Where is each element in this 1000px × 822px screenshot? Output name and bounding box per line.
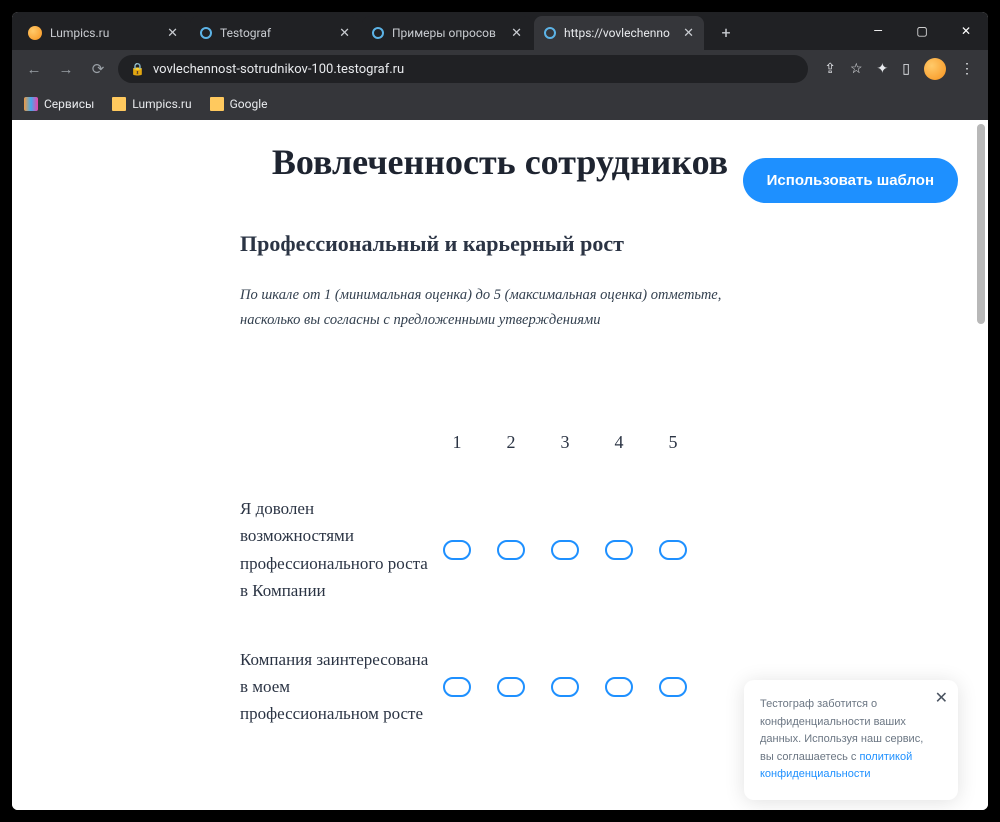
bookmarks-bar: Сервисы Lumpics.ru Google	[12, 88, 988, 120]
apps-icon	[24, 97, 38, 111]
matrix-row-label: Компания заинтересована в моем профессио…	[240, 646, 430, 728]
section-instruction: По шкале от 1 (минимальная оценка) до 5 …	[240, 283, 760, 332]
radio-option[interactable]	[443, 540, 471, 560]
use-template-button[interactable]: Использовать шаблон	[743, 158, 958, 203]
address-bar-row: ← → ⟳ 🔒 vovlechennost-sotrudnikov-100.te…	[12, 50, 988, 88]
page-viewport: Вовлеченность сотрудников Использовать ш…	[12, 120, 988, 810]
folder-icon	[210, 97, 224, 111]
star-icon[interactable]: ☆	[850, 61, 863, 77]
close-icon[interactable]: ✕	[683, 26, 694, 41]
tab-examples[interactable]: Примеры опросов ✕	[362, 16, 532, 50]
tab-lumpics[interactable]: Lumpics.ru ✕	[18, 16, 188, 50]
radio-option[interactable]	[497, 677, 525, 697]
radio-option[interactable]	[551, 677, 579, 697]
bookmark-label: Сервисы	[44, 97, 94, 111]
bookmark-google[interactable]: Google	[210, 97, 268, 111]
favicon-icon	[544, 27, 556, 39]
minimize-button[interactable]: ―	[856, 15, 900, 47]
profile-avatar[interactable]	[924, 58, 946, 80]
rating-matrix: 1 2 3 4 5 Я доволен возможностями профес…	[240, 432, 760, 727]
favicon-icon	[28, 26, 42, 40]
page-title: Вовлеченность сотрудников	[272, 140, 728, 185]
tab-label: Примеры опросов	[392, 26, 503, 40]
close-window-button[interactable]: ✕	[944, 15, 988, 47]
section-title: Профессиональный и карьерный рост	[240, 231, 760, 257]
maximize-button[interactable]: ▢	[900, 15, 944, 47]
radio-option[interactable]	[497, 540, 525, 560]
tab-label: Lumpics.ru	[50, 26, 159, 40]
close-icon[interactable]: ✕	[935, 686, 948, 712]
scale-header: 5	[646, 432, 700, 453]
bookmark-label: Google	[230, 97, 268, 111]
radio-option[interactable]	[551, 540, 579, 560]
forward-button[interactable]: →	[54, 60, 78, 78]
bookmark-lumpics[interactable]: Lumpics.ru	[112, 97, 191, 111]
tab-current[interactable]: https://vovlechenno ✕	[534, 16, 704, 50]
scale-header: 3	[538, 432, 592, 453]
scale-header: 2	[484, 432, 538, 453]
address-bar[interactable]: 🔒 vovlechennost-sotrudnikov-100.testogra…	[118, 55, 808, 83]
tab-testograf[interactable]: Testograf ✕	[190, 16, 360, 50]
tab-strip: Lumpics.ru ✕ Testograf ✕ Примеры опросов…	[12, 12, 988, 50]
lock-icon: 🔒	[130, 62, 145, 76]
back-button[interactable]: ←	[22, 60, 46, 78]
share-icon[interactable]: ⇪	[824, 61, 836, 77]
url-text: vovlechennost-sotrudnikov-100.testograf.…	[153, 62, 404, 77]
reload-button[interactable]: ⟳	[86, 60, 110, 78]
close-icon[interactable]: ✕	[167, 26, 178, 41]
folder-icon	[112, 97, 126, 111]
extensions-icon[interactable]: ✦	[877, 61, 889, 77]
favicon-icon	[372, 27, 384, 39]
matrix-row-label: Я доволен возможностями профессиональног…	[240, 495, 430, 604]
scale-header: 1	[430, 432, 484, 453]
new-tab-button[interactable]: +	[712, 18, 740, 46]
tab-label: Testograf	[220, 26, 331, 40]
close-icon[interactable]: ✕	[511, 26, 522, 41]
bookmark-services[interactable]: Сервисы	[24, 97, 94, 111]
tab-label: https://vovlechenno	[564, 26, 675, 40]
favicon-icon	[200, 27, 212, 39]
radio-option[interactable]	[659, 677, 687, 697]
close-icon[interactable]: ✕	[339, 26, 350, 41]
radio-option[interactable]	[443, 677, 471, 697]
cookie-notice: ✕ Тестограф заботится о конфиденциальнос…	[744, 680, 958, 800]
menu-icon[interactable]: ⋮	[960, 61, 974, 77]
radio-option[interactable]	[659, 540, 687, 560]
radio-option[interactable]	[605, 540, 633, 560]
scale-header: 4	[592, 432, 646, 453]
bookmark-label: Lumpics.ru	[132, 97, 191, 111]
panel-icon[interactable]: ▯	[902, 61, 910, 77]
radio-option[interactable]	[605, 677, 633, 697]
